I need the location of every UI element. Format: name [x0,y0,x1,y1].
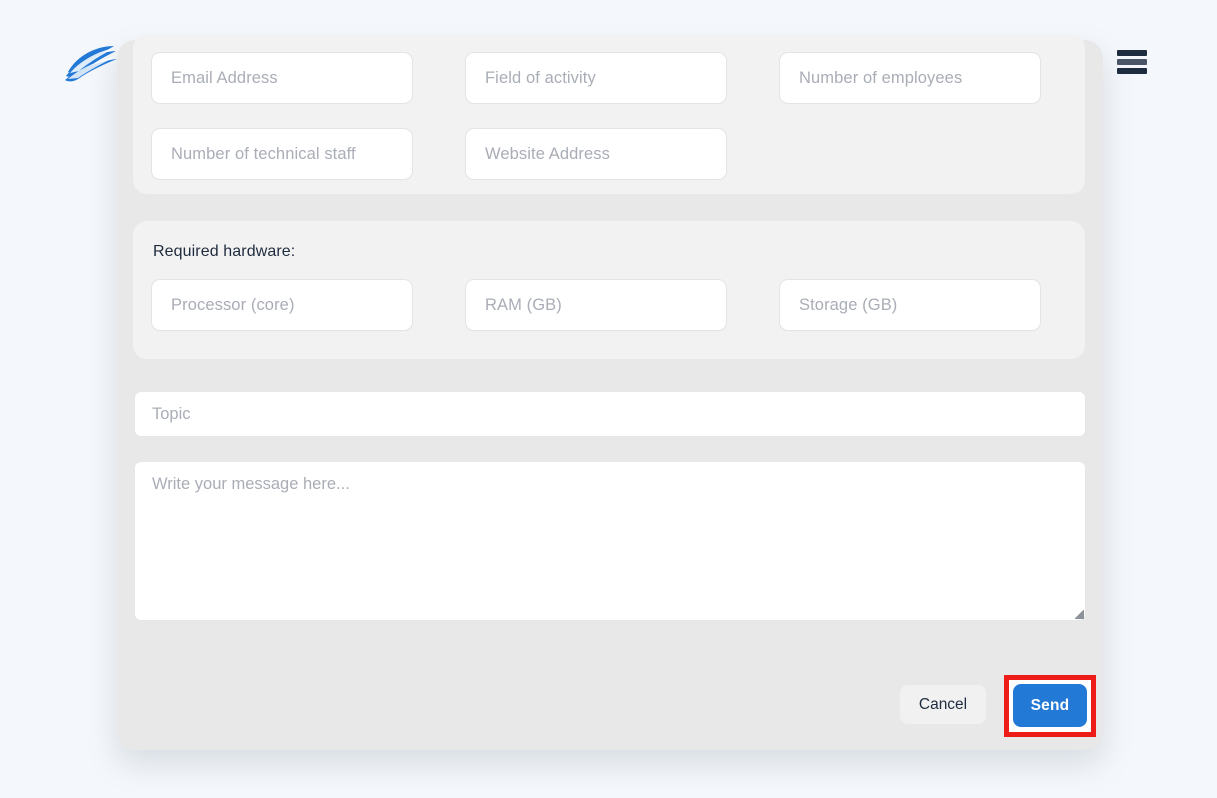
hamburger-bar-bottom [1117,68,1147,74]
required-hardware-label: Required hardware: [153,243,296,260]
hamburger-bar-middle [1117,59,1147,65]
number-of-technical-staff-input[interactable]: Number of technical staff [151,128,413,180]
email-address-input[interactable]: Email Address [151,52,413,104]
company-info-panel: Email Address Field of activity Number o… [133,34,1085,194]
website-address-input[interactable]: Website Address [465,128,727,180]
send-button[interactable]: Send [1013,684,1087,727]
message-textarea[interactable]: Write your message here... [134,461,1086,621]
number-of-employees-input[interactable]: Number of employees [779,52,1041,104]
topic-input[interactable]: Topic [134,391,1086,437]
ram-gb-input[interactable]: RAM (GB) [465,279,727,331]
textarea-resize-handle[interactable] [1075,610,1084,619]
hamburger-menu-icon[interactable] [1117,48,1149,76]
required-hardware-row: Processor (core) RAM (GB) Storage (GB) [151,279,1067,331]
hamburger-bar-top [1117,50,1147,56]
company-info-row-1: Email Address Field of activity Number o… [151,52,1067,104]
company-info-row-2: Number of technical staff Website Addres… [151,128,1067,180]
storage-gb-input[interactable]: Storage (GB) [779,279,1041,331]
company-wave-logo[interactable] [64,42,118,86]
processor-core-input[interactable]: Processor (core) [151,279,413,331]
message-placeholder-text: Write your message here... [152,475,350,493]
cancel-button[interactable]: Cancel [900,685,986,724]
field-of-activity-input[interactable]: Field of activity [465,52,727,104]
required-hardware-panel: Required hardware: Processor (core) RAM … [133,221,1085,359]
